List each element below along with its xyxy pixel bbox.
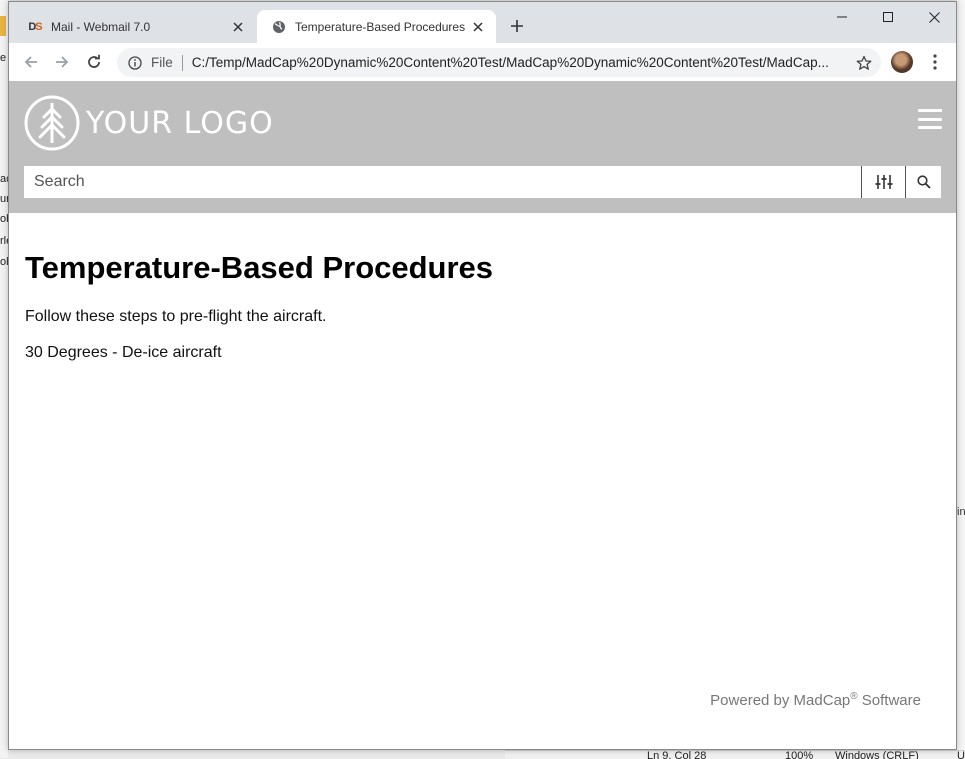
main-content: Temperature-Based Procedures Follow thes… — [25, 250, 925, 361]
search-submit-button[interactable] — [905, 166, 941, 198]
minimize-button[interactable] — [819, 2, 865, 32]
site-header: YOUR LOGO — [9, 81, 956, 213]
tab-mail[interactable]: DS Mail - Webmail 7.0 — [13, 10, 256, 43]
site-logo[interactable]: YOUR LOGO — [24, 95, 274, 151]
tab-title: Mail - Webmail 7.0 — [51, 19, 151, 34]
url-text[interactable]: C:/Temp/MadCap%20Dynamic%20Content%20Tes… — [192, 55, 845, 70]
reload-button[interactable] — [82, 50, 106, 74]
footer-prefix: Powered by MadCap — [710, 692, 851, 709]
background-text-fragment: in — [957, 506, 965, 518]
background-text-fragment: oli — [0, 256, 8, 268]
close-tab-icon[interactable] — [230, 19, 246, 35]
search-icon — [916, 175, 931, 189]
background-text-fragment: ur — [0, 193, 8, 205]
address-bar[interactable]: File C:/Temp/MadCap%20Dynamic%20Content%… — [117, 48, 881, 77]
registered-mark: ® — [850, 691, 858, 702]
search-bar — [24, 166, 941, 198]
browser-toolbar: File C:/Temp/MadCap%20Dynamic%20Content%… — [9, 43, 956, 82]
background-app-right-edge: in — [957, 0, 965, 758]
hamburger-menu-icon[interactable] — [918, 109, 942, 129]
background-text-fragment: rle — [0, 235, 8, 247]
new-tab-button[interactable] — [507, 16, 527, 36]
tree-logo-icon — [24, 95, 80, 151]
background-text-fragment: ob — [0, 213, 8, 225]
back-button[interactable] — [19, 50, 43, 74]
page-title: Temperature-Based Procedures — [25, 250, 494, 285]
tab-temperature-procedures[interactable]: Temperature-Based Procedures — [257, 10, 496, 43]
bookmark-star-icon[interactable] — [855, 54, 873, 72]
globe-icon — [271, 19, 287, 35]
procedure-step: 30 Degrees - De-ice aircraft — [25, 344, 222, 361]
omnibox-divider — [181, 54, 183, 71]
search-filter-button[interactable] — [861, 166, 905, 198]
maximize-button[interactable] — [865, 2, 911, 32]
forward-button[interactable] — [50, 50, 74, 74]
background-app-icon — [0, 16, 6, 36]
logo-text: YOUR LOGO — [86, 105, 274, 141]
sliders-icon — [875, 175, 892, 189]
footer-suffix: Software — [857, 692, 921, 709]
intro-paragraph: Follow these steps to pre-flight the air… — [25, 308, 327, 325]
search-input[interactable] — [24, 166, 861, 198]
info-icon[interactable] — [127, 55, 143, 71]
background-text-fragment: ac — [0, 173, 8, 185]
profile-avatar[interactable] — [891, 51, 913, 73]
scheme-label: File — [151, 55, 173, 70]
browser-window: DS Mail - Webmail 7.0 Temperature-Based … — [8, 1, 957, 750]
window-close-button[interactable] — [911, 2, 957, 32]
browser-menu-icon[interactable] — [925, 52, 945, 72]
background-text-fragment: e — [0, 52, 7, 64]
close-tab-icon[interactable] — [470, 19, 486, 35]
tab-strip: DS Mail - Webmail 7.0 Temperature-Based … — [9, 2, 956, 43]
tab-title: Temperature-Based Procedures — [295, 19, 466, 34]
powered-by-footer[interactable]: Powered by MadCap® Software — [710, 691, 921, 709]
background-app-left-edge: e ac ur ob rle oli — [0, 0, 8, 758]
ds-favicon-icon: DS — [28, 20, 42, 33]
